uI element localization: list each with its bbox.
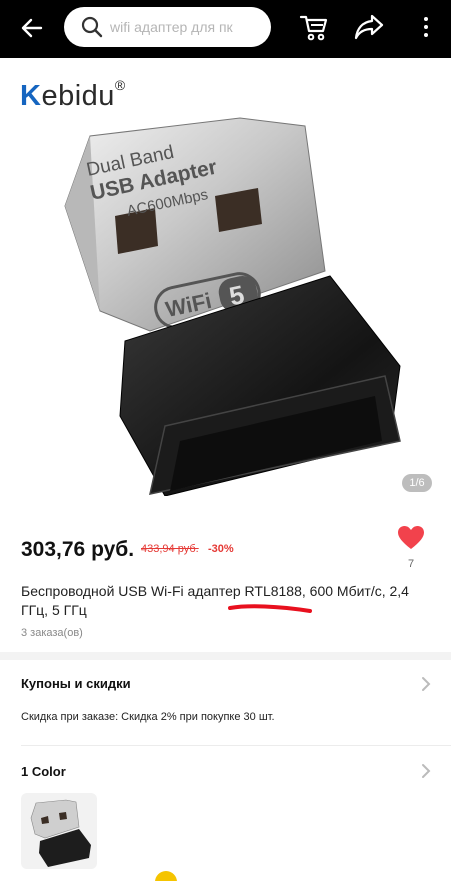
- chevron-right-icon: [422, 764, 431, 778]
- coupons-section[interactable]: Купоны и скидки: [0, 666, 451, 702]
- more-button[interactable]: [418, 12, 434, 42]
- product-image: Dual Band USB Adapter AC600Mbps WiFi 5: [64, 117, 401, 496]
- more-icon-dot: [424, 33, 428, 37]
- coupons-title: Купоны и скидки: [21, 676, 131, 691]
- color-section[interactable]: 1 Color: [0, 754, 451, 788]
- wishlist-count: 7: [407, 558, 415, 570]
- color-option-thumbnail[interactable]: [21, 793, 97, 869]
- chevron-right-icon: [422, 677, 431, 691]
- coupon-description: Скидка при заказе: Скидка 2% при покупке…: [21, 711, 275, 723]
- share-button[interactable]: [353, 12, 385, 42]
- top-bar: [0, 0, 451, 58]
- cart-icon: [299, 15, 328, 41]
- color-thumbnail-image: [30, 799, 91, 867]
- search-box[interactable]: [64, 7, 271, 47]
- search-icon: [81, 16, 103, 38]
- back-button[interactable]: [18, 14, 46, 42]
- image-counter: 1/6: [402, 474, 432, 492]
- discount-badge: -30%: [208, 543, 234, 555]
- wishlist-button[interactable]: 7: [395, 526, 427, 570]
- color-title: 1 Color: [21, 764, 66, 779]
- back-arrow-icon: [21, 18, 43, 38]
- more-icon-dot: [424, 25, 428, 29]
- red-underline-annotation: [228, 604, 312, 613]
- orders-count: 3 заказа(ов): [21, 627, 83, 639]
- more-icon: [424, 17, 428, 21]
- product-gallery[interactable]: Kebidu® Dual Band USB Adapter AC600Mbps: [0, 58, 451, 513]
- heart-icon: [398, 526, 424, 549]
- section-divider: [0, 652, 451, 660]
- share-icon: [354, 14, 384, 40]
- search-input[interactable]: [110, 19, 270, 35]
- current-price: 303,76 руб.: [21, 538, 135, 561]
- cart-button[interactable]: [299, 12, 329, 42]
- brand-logo-mark: ®: [114, 77, 126, 94]
- floating-emoji-peek: [155, 871, 177, 881]
- old-price: 433,94 руб.: [141, 543, 199, 555]
- section-divider: [21, 745, 451, 746]
